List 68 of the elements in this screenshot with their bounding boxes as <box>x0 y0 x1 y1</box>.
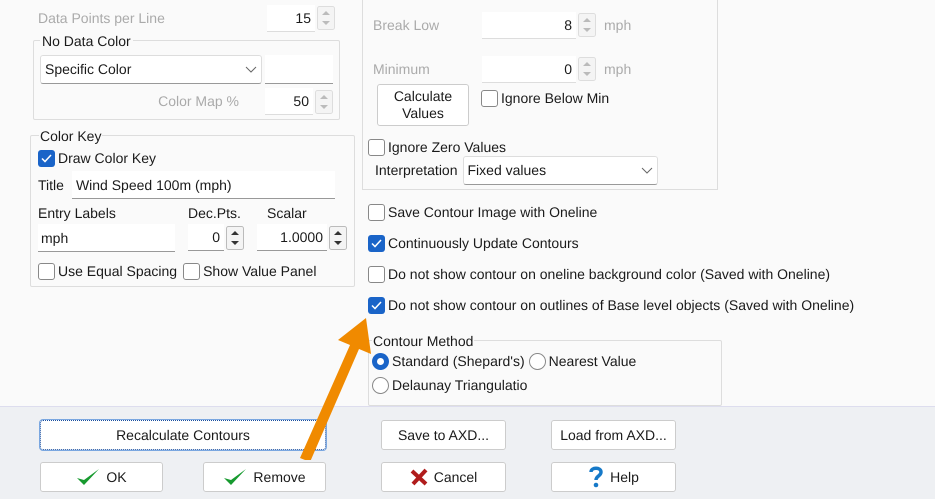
field-label: Entry Labels <box>38 204 117 223</box>
field-label: Title <box>38 176 64 194</box>
number-field[interactable]: 0 <box>188 224 224 251</box>
field-label: Dec.Pts. <box>188 204 242 223</box>
checkbox[interactable]: Use Equal Spacing <box>38 261 178 282</box>
checked-checkbox[interactable] <box>38 150 55 167</box>
checkmark-icon <box>76 467 100 487</box>
radio-button[interactable] <box>528 353 546 370</box>
checkbox-label: Ignore Below Min <box>501 89 610 108</box>
dropdown[interactable]: Specific Color <box>40 55 262 84</box>
spinner-arrows-icon[interactable] <box>226 226 244 250</box>
dialog-button[interactable]: Load from AXD... <box>551 420 676 450</box>
checkmark-icon <box>371 239 382 248</box>
question-mark-icon <box>588 466 604 488</box>
dialog-button[interactable]: Help <box>551 462 676 492</box>
dropdown-value: Specific Color <box>45 60 132 79</box>
field-label: Minimum <box>372 60 431 78</box>
field-label: Color Map % <box>158 92 239 111</box>
chevron-down-icon <box>245 66 258 73</box>
checkbox-square[interactable] <box>38 263 55 280</box>
dropdown[interactable]: Fixed values <box>462 156 658 185</box>
checkbox[interactable]: Ignore Below Min <box>481 88 610 109</box>
dialog-button[interactable]: Save to AXD... <box>381 420 506 450</box>
radio-button[interactable] <box>372 353 389 370</box>
checkbox[interactable]: Ignore Zero Values <box>368 137 506 158</box>
checkbox-square[interactable] <box>183 263 200 280</box>
checkmark-icon <box>41 154 52 163</box>
dialog-button[interactable]: Cancel <box>381 462 506 492</box>
checkmark-icon <box>223 467 248 487</box>
radio-label: Nearest Value <box>548 352 636 371</box>
radio-label: Delaunay Triangulatio <box>392 376 528 395</box>
entry-labels-field[interactable]: mph <box>38 224 175 252</box>
field-label: Break Low <box>372 16 440 34</box>
dropdown-value: Fixed values <box>468 161 546 180</box>
close-icon <box>410 468 428 486</box>
title-field[interactable]: Wind Speed 100m (mph) <box>72 171 335 199</box>
checkbox-label: Ignore Zero Values <box>388 138 506 157</box>
checked-checkbox[interactable] <box>368 297 385 314</box>
checkbox[interactable]: Save Contour Image with Oneline <box>368 202 598 223</box>
field-label: Scalar <box>266 204 308 223</box>
checkbox-square[interactable] <box>368 204 385 221</box>
checked-checkbox[interactable] <box>368 235 385 252</box>
checkbox-label: Save Contour Image with Oneline <box>388 203 598 222</box>
radio-button[interactable] <box>372 377 389 394</box>
chevron-down-icon <box>640 167 652 174</box>
checkbox-label: Draw Color Key <box>58 149 156 168</box>
checkbox[interactable]: Draw Color Key <box>38 148 156 169</box>
radio-label: Standard (Shepard's) <box>392 352 525 371</box>
checkbox-label: Use Equal Spacing <box>58 262 178 281</box>
unit-label: mph <box>604 60 632 79</box>
checkbox-label: Continuously Update Contours <box>388 234 579 253</box>
spinner-arrows-icon[interactable] <box>329 226 347 250</box>
field-label: Data Points per Line <box>38 8 165 28</box>
checkbox-label: Show Value Panel <box>203 262 316 281</box>
unit-label: mph <box>604 16 632 35</box>
calculate-values-button[interactable]: Calculate Values <box>377 84 469 126</box>
field-label: Interpretation <box>375 161 458 180</box>
checkmark-icon <box>371 301 382 310</box>
dialog-button[interactable]: OK <box>40 462 163 492</box>
dialog-button[interactable]: Remove <box>203 462 326 492</box>
checkbox[interactable]: Continuously Update Contours <box>368 233 579 254</box>
checkbox-square[interactable] <box>368 266 385 283</box>
color-swatch[interactable] <box>265 55 333 84</box>
checkbox[interactable]: Show Value Panel <box>183 261 316 282</box>
checkbox-square[interactable] <box>481 90 498 107</box>
checkbox-square[interactable] <box>368 139 385 156</box>
number-field[interactable]: 1.0000 <box>257 224 327 251</box>
dialog-button[interactable]: Recalculate Contours <box>40 420 326 450</box>
